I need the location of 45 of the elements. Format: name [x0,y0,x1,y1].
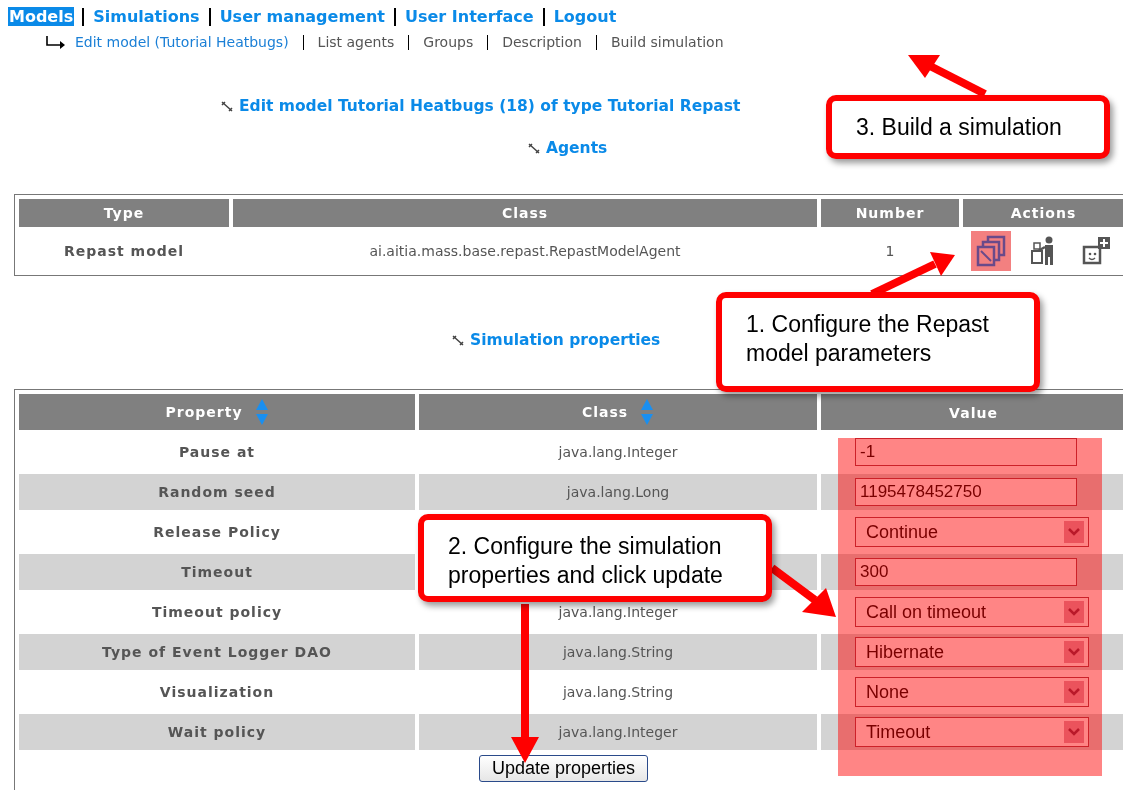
column-header[interactable]: Value [821,394,1123,430]
page-title: Edit model Tutorial Heatbugs (18) of type Tutorial Repast [239,97,741,115]
subnav-link[interactable]: Groups [423,34,474,50]
section-title: Agents [546,139,608,157]
nav-link[interactable]: User management [218,7,386,26]
column-header: Class [233,199,817,227]
subnav-link[interactable]: Description [502,34,582,50]
dropdown[interactable]: None [855,677,1089,707]
nav-link[interactable]: Models [8,7,75,26]
table-cell: java.lang.Long [566,484,670,500]
callout-tooltip: 1. Configure the Repast model parameters [716,292,1040,392]
table-cell-text: 1 [884,242,896,261]
subnav-link[interactable]: List agents [317,34,395,50]
table-cell: Timeout [19,554,415,590]
nav-link[interactable]: User Interface [404,7,535,26]
input-field[interactable]: -1 [855,438,1077,466]
table-cell-text: ai.aitia.mass.base.repast.RepastModelAgent [368,242,682,261]
nav-link[interactable]: Simulations [92,7,201,26]
dropdown[interactable]: Timeout [855,717,1089,747]
table-cell: java.lang.Integer [558,724,678,740]
table-cell: Type of Event Logger DAO [19,634,415,670]
table-cell: Wait policy [19,714,415,750]
section-title: Simulation properties [470,331,661,349]
column-header: Actions [963,199,1123,227]
dropdown[interactable]: Call on timeout [855,597,1089,627]
table-cell: Random seed [19,474,415,510]
table-cell: java.lang.String [562,644,674,660]
column-header: Type [19,199,229,227]
input-field[interactable]: 300 [855,558,1077,586]
table-cell: java.lang.String [562,684,674,700]
callout-tooltip: 3. Build a simulation [826,95,1110,159]
subnav-link[interactable]: Build simulation [610,34,724,50]
dropdown[interactable]: Hibernate [855,637,1089,667]
column-header[interactable]: Property [19,394,415,430]
update-button[interactable]: Update properties [478,755,649,782]
callout-tooltip: 2. Configure the simulation properties and click update [418,514,772,602]
dropdown[interactable]: Continue [855,517,1089,547]
column-header: Number [821,199,959,227]
table-cell: java.lang.Integer [558,444,678,460]
table-cell: java.lang.Integer [558,604,678,620]
column-header[interactable]: Class [419,394,817,430]
nav-link[interactable]: Logout [552,7,618,26]
input-field[interactable]: 1195478452750 [855,478,1077,506]
table-cell-text: Repast model [62,242,186,261]
subnav-link[interactable]: Edit model (Tutorial Heatbugs) [75,34,289,50]
